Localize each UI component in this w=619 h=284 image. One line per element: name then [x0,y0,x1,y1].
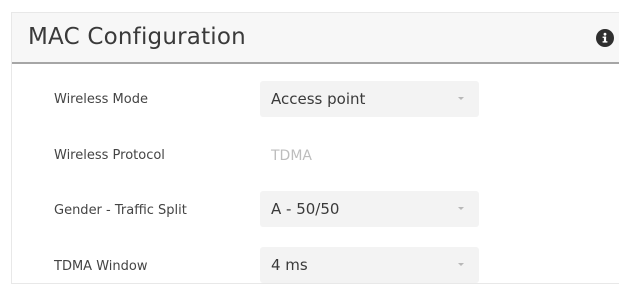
tdma-window-label: TDMA Window [54,259,148,274]
wireless-mode-select[interactable]: Access point [260,81,479,117]
mac-configuration-panel: MAC Configuration Wireless Mode Access p… [11,12,619,284]
wireless-mode-label: Wireless Mode [54,92,148,107]
info-icon[interactable] [596,29,614,47]
wireless-protocol-label: Wireless Protocol [54,148,165,163]
panel-header: MAC Configuration [12,13,619,64]
chevron-down-icon [458,97,464,100]
traffic-split-label: Gender - Traffic Split [54,203,187,218]
tdma-window-value: 4 ms [271,256,308,274]
traffic-split-select[interactable]: A - 50/50 [260,191,479,227]
wireless-protocol-value: TDMA [271,148,312,164]
chevron-down-icon [458,207,464,210]
traffic-split-value: A - 50/50 [271,200,340,218]
tdma-window-select[interactable]: 4 ms [260,247,479,283]
wireless-mode-value: Access point [271,90,366,108]
info-icon-glyph [602,32,608,43]
panel-title: MAC Configuration [28,24,246,50]
chevron-down-icon [458,263,464,266]
